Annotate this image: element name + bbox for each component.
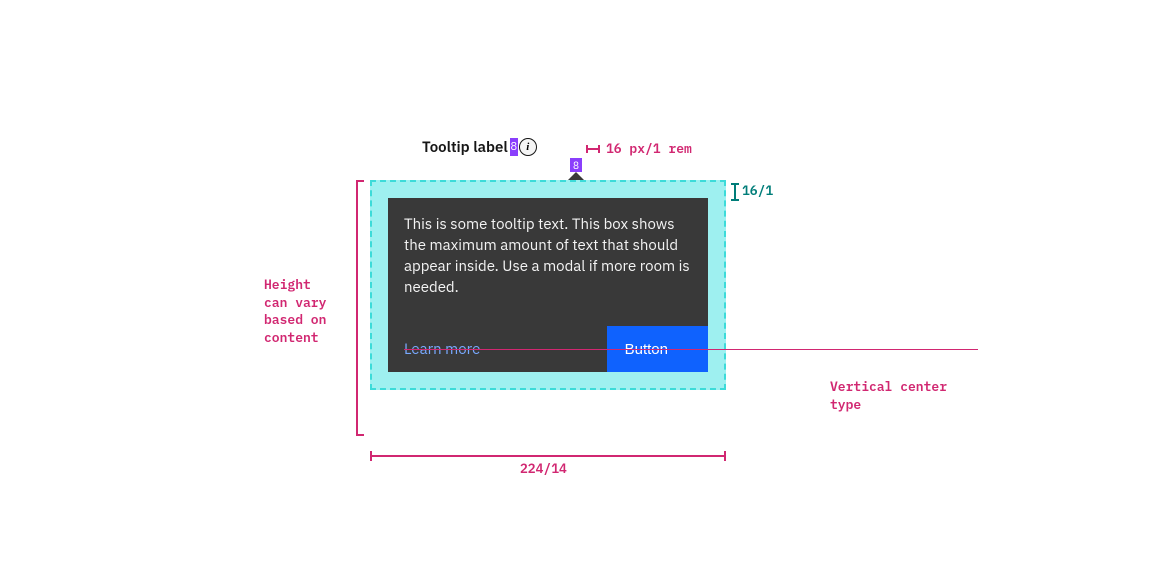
tooltip: This is some tooltip text. This box show… — [388, 198, 708, 372]
spec-vertical-mark-icon — [734, 183, 736, 201]
spec-horizontal-mark-icon — [586, 148, 600, 150]
spec-width-label: 224/14 — [520, 460, 567, 478]
spec-icon-size-label: 16 px/1 rem — [606, 140, 692, 157]
tooltip-action-row: Learn more Button — [388, 326, 708, 372]
spec-spacer-8b: 8 — [570, 158, 582, 172]
spec-vcenter-note: Vertical center type — [830, 378, 947, 413]
spec-icon-size: 16 px/1 rem — [586, 140, 692, 157]
tooltip-trigger: Tooltip label 8 i — [422, 135, 537, 159]
spec-padding-top: 16/1 — [734, 182, 773, 201]
spec-padding-top-label: 16/1 — [742, 182, 773, 199]
tooltip-caret — [568, 172, 584, 180]
info-icon-glyph: i — [526, 141, 529, 153]
spec-width-rule — [370, 455, 726, 457]
tooltip-label: Tooltip label — [422, 138, 508, 157]
spec-height-note: Height can vary based on content — [264, 276, 326, 346]
spec-center-guideline — [404, 349, 978, 350]
tooltip-padding-box: This is some tooltip text. This box show… — [370, 180, 726, 390]
spec-height-brace — [356, 180, 358, 436]
spec-spacer-8: 8 — [510, 138, 518, 156]
tooltip-body-text: This is some tooltip text. This box show… — [404, 214, 692, 298]
info-icon[interactable]: i — [519, 138, 537, 156]
